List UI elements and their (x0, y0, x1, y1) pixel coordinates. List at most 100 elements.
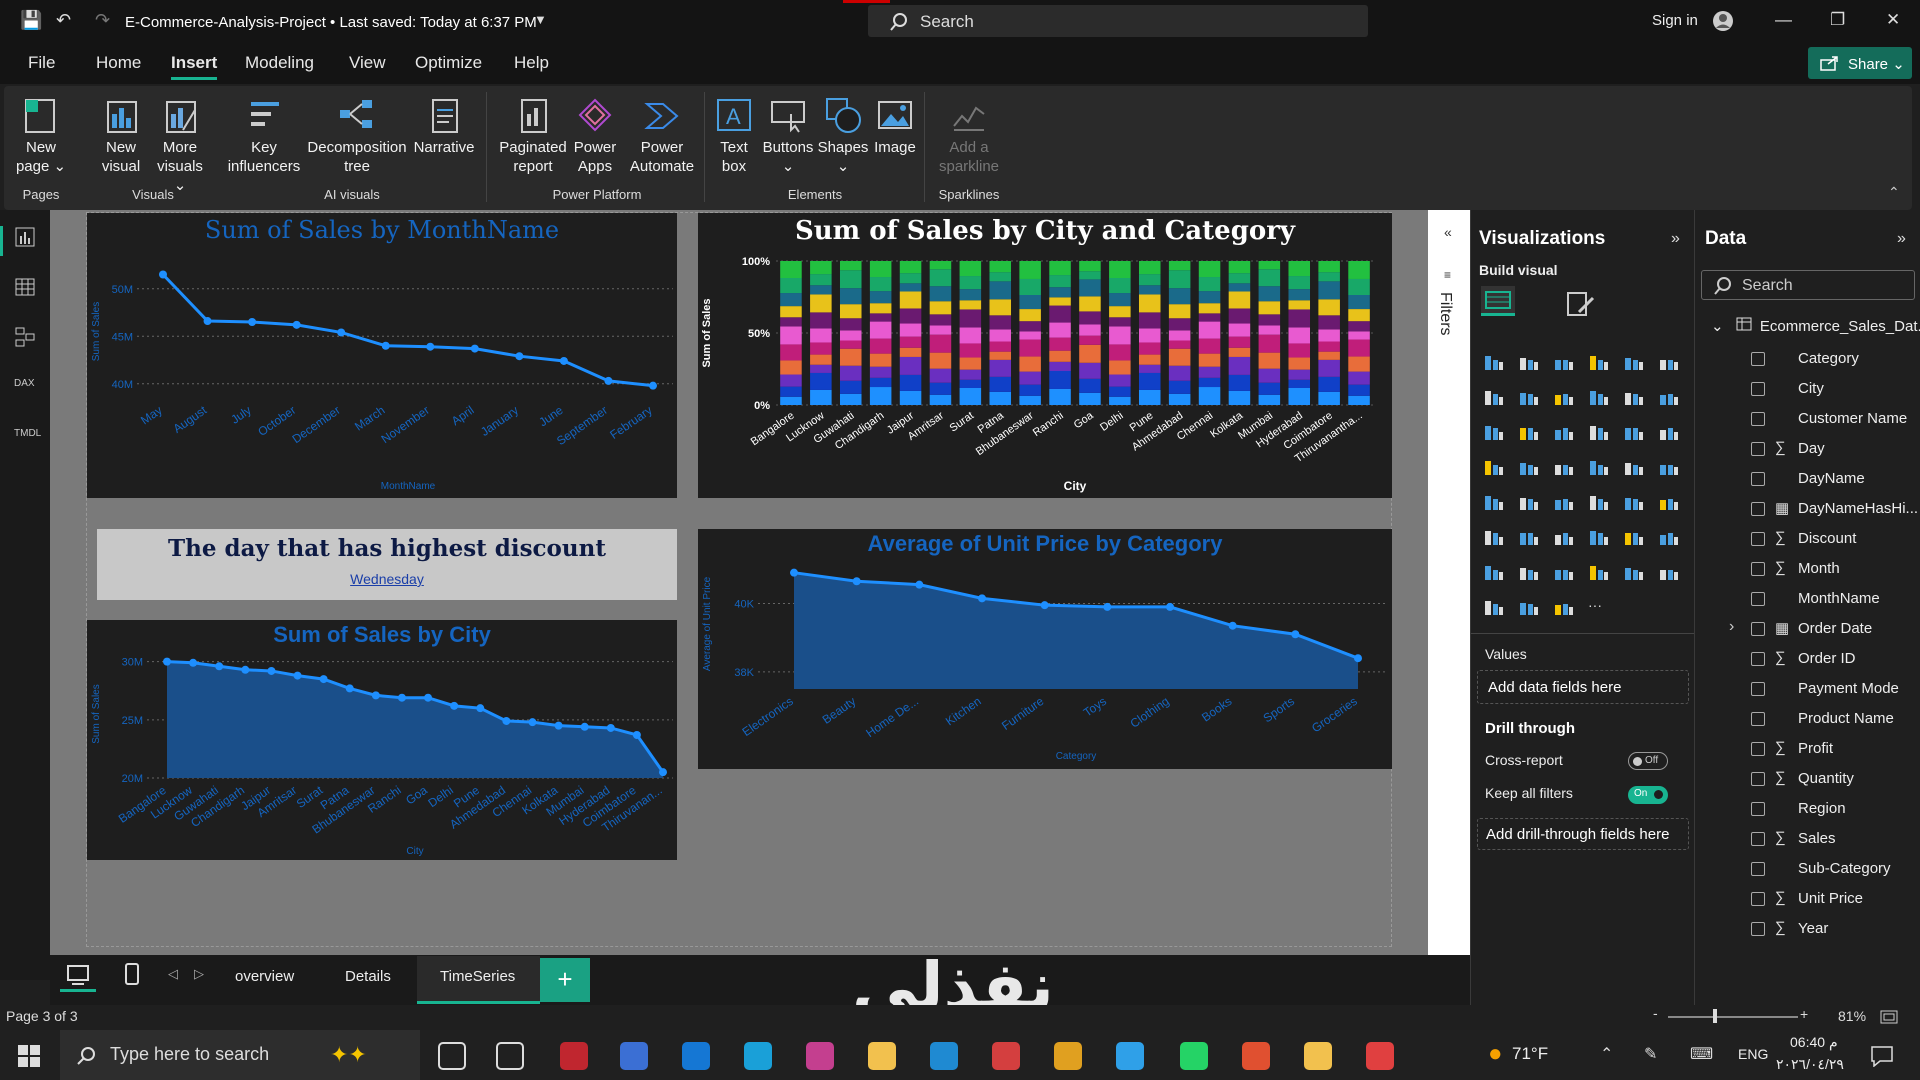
visual-type-icon[interactable] (1518, 562, 1540, 582)
fit-to-page-icon[interactable] (1880, 1010, 1898, 1024)
field-item[interactable]: Payment Mode (1695, 677, 1920, 703)
visual-type-icon[interactable] (1553, 387, 1575, 407)
tab-details[interactable]: Details (345, 968, 391, 985)
menu-help[interactable]: Help (514, 53, 549, 73)
expand-filters-icon[interactable]: « (1444, 224, 1452, 240)
stacked-bar-sales-by-city-category[interactable]: Sum of Sales by City and Category 100% 50… (698, 213, 1392, 498)
discount-day-card[interactable]: The day that has highest discount Wednes… (97, 529, 677, 600)
report-view-icon[interactable] (14, 226, 36, 248)
visual-type-icon[interactable] (1623, 562, 1645, 582)
new-page-button[interactable]: New page ⌄ (14, 96, 68, 176)
visual-type-icon[interactable] (1553, 352, 1575, 372)
prev-page-icon[interactable]: ◁ (168, 966, 178, 982)
edge-icon[interactable] (744, 1042, 772, 1070)
visual-type-icon[interactable] (1483, 352, 1505, 372)
app-icon[interactable] (620, 1042, 648, 1070)
power-apps-button[interactable]: Power Apps (572, 96, 618, 176)
field-item[interactable]: ∑ Year (1695, 917, 1920, 943)
visual-type-icon[interactable] (1658, 352, 1680, 372)
visual-type-icon[interactable] (1588, 422, 1610, 442)
narrative-button[interactable]: Narrative (410, 96, 478, 157)
field-checkbox[interactable] (1751, 922, 1765, 936)
field-item[interactable]: ∑ Sales (1695, 827, 1920, 853)
field-item[interactable]: ∑ Order ID (1695, 647, 1920, 673)
visual-type-icon[interactable] (1518, 527, 1540, 547)
app-icon[interactable] (1366, 1042, 1394, 1070)
visual-type-icon[interactable] (1658, 562, 1680, 582)
area-chart-unit-price-by-category[interactable]: Average of Unit Price by Category 38K 40K… (698, 529, 1392, 769)
visual-type-icon[interactable] (1623, 457, 1645, 477)
chrome-icon[interactable] (1242, 1042, 1270, 1070)
field-checkbox[interactable] (1751, 562, 1765, 576)
field-checkbox[interactable] (1751, 412, 1765, 426)
visual-type-icon[interactable] (1518, 597, 1540, 617)
collapse-pane-icon[interactable]: » (1671, 230, 1680, 248)
power-automate-button[interactable]: Power Automate (624, 96, 700, 176)
field-checkbox[interactable] (1751, 472, 1765, 486)
visual-type-icon[interactable] (1518, 352, 1540, 372)
app-icon[interactable] (992, 1042, 1020, 1070)
zoom-in-icon[interactable]: + (1800, 1006, 1808, 1022)
field-item[interactable]: MonthName (1695, 587, 1920, 613)
key-influencers-button[interactable]: Key influencers (226, 96, 302, 176)
redo-icon[interactable]: ↷ (95, 10, 110, 31)
field-checkbox[interactable] (1751, 532, 1765, 546)
more-visuals-button[interactable]: More visuals ⌄ (150, 96, 210, 195)
next-page-icon[interactable]: ▷ (194, 966, 204, 982)
build-visual-tab[interactable] (1481, 286, 1515, 316)
record-icon[interactable] (560, 1042, 588, 1070)
photos-icon[interactable] (1116, 1042, 1144, 1070)
visual-type-icon[interactable] (1483, 527, 1505, 547)
field-item[interactable]: ∑ Month (1695, 557, 1920, 583)
add-sparkline-button[interactable]: Add a sparkline (934, 96, 1004, 176)
field-checkbox[interactable] (1751, 832, 1765, 846)
field-item[interactable]: ∑ Day (1695, 437, 1920, 463)
menu-view[interactable]: View (349, 53, 386, 73)
field-item[interactable]: Region (1695, 797, 1920, 823)
vscode-icon[interactable] (930, 1042, 958, 1070)
clock-time[interactable]: 06:40 م (1790, 1034, 1838, 1051)
clock-date[interactable]: ٢٠٢٦/٠٤/٢٩ (1776, 1056, 1844, 1073)
visual-type-icon[interactable] (1658, 492, 1680, 512)
field-item[interactable]: Customer Name (1695, 407, 1920, 433)
field-item[interactable]: Sub-Category (1695, 857, 1920, 883)
field-item[interactable]: ∑ Profit (1695, 737, 1920, 763)
format-visual-icon[interactable] (1565, 290, 1595, 318)
visual-type-icon[interactable] (1483, 457, 1505, 477)
field-checkbox[interactable] (1751, 712, 1765, 726)
field-item[interactable]: ▦ Order Date › (1695, 617, 1920, 643)
field-checkbox[interactable] (1751, 802, 1765, 816)
filters-label[interactable]: Filters (1436, 292, 1454, 336)
chevron-right-icon[interactable]: › (1729, 618, 1734, 636)
minimize-icon[interactable]: — (1775, 10, 1792, 30)
whatsapp-icon[interactable] (1180, 1042, 1208, 1070)
outlook-icon[interactable] (682, 1042, 710, 1070)
pen-icon[interactable]: ✎ (1644, 1044, 1657, 1064)
field-checkbox[interactable] (1751, 772, 1765, 786)
area-chart-sales-by-city[interactable]: Sum of Sales by City 20M 25M 30M Bangalore L… (87, 620, 677, 860)
menu-home[interactable]: Home (96, 53, 141, 73)
field-checkbox[interactable] (1751, 442, 1765, 456)
visual-type-icon[interactable] (1553, 597, 1575, 617)
chevron-down-icon[interactable]: ▼ (534, 12, 547, 27)
field-item[interactable]: ▦ DayNameHasHi... (1695, 497, 1920, 523)
buttons-button[interactable]: Buttons ⌄ (758, 96, 818, 176)
office-icon[interactable] (806, 1042, 834, 1070)
document-title[interactable]: E-Commerce-Analysis-Project • Last saved… (125, 14, 537, 31)
data-search-input[interactable]: Search (1701, 270, 1915, 300)
taskbar-search[interactable]: Type here to search ✦✦ (60, 1030, 420, 1080)
drill-through-drop-zone[interactable]: Add drill-through fields here (1477, 818, 1689, 850)
save-icon[interactable]: 💾 (20, 10, 42, 31)
visual-type-icon[interactable] (1518, 457, 1540, 477)
field-item[interactable]: ∑ Quantity (1695, 767, 1920, 793)
new-visual-button[interactable]: New visual (96, 96, 146, 176)
visual-type-icon[interactable] (1483, 387, 1505, 407)
desktop-layout-icon[interactable] (66, 964, 90, 986)
field-checkbox[interactable] (1751, 622, 1765, 636)
visual-type-icon[interactable] (1553, 457, 1575, 477)
field-item[interactable]: DayName (1695, 467, 1920, 493)
field-item[interactable]: Product Name (1695, 707, 1920, 733)
task-view-icon[interactable] (496, 1042, 524, 1070)
collapse-pane-icon[interactable]: » (1897, 230, 1906, 248)
tab-overview[interactable]: overview (235, 968, 294, 985)
